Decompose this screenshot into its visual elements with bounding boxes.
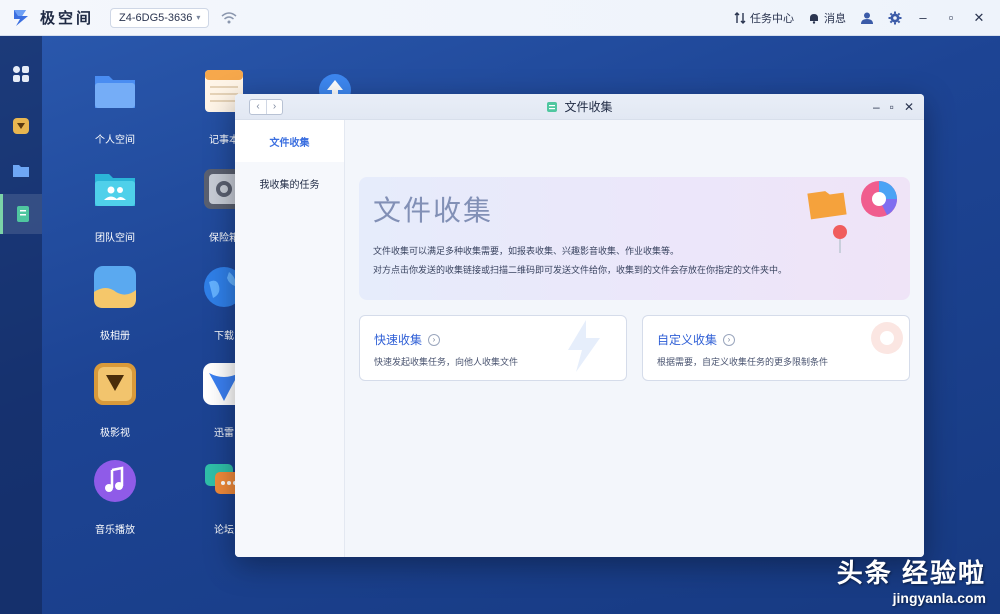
desktop-icon-label: 个人空间 xyxy=(95,135,135,146)
gear-icon[interactable] xyxy=(888,11,902,25)
window-title: 文件收集 xyxy=(235,98,924,115)
forward-button[interactable]: › xyxy=(266,99,282,114)
sidenav-item-my-tasks[interactable]: 我收集的任务 xyxy=(235,162,344,204)
dock-apps[interactable] xyxy=(0,54,42,94)
dock-files[interactable] xyxy=(0,150,42,190)
hero-banner: 文件收集 文件收集可以满足多种收集需要，如报表收集、兴趣影音收集、作业收集等。 … xyxy=(359,177,910,300)
desktop-icon-team-space[interactable]: 团队空间 xyxy=(70,166,160,244)
sidenav-item-file-collect[interactable]: 文件收集 xyxy=(235,120,344,162)
user-icon[interactable] xyxy=(860,11,874,25)
desktop-icon-personal-space[interactable]: 个人空间 xyxy=(70,68,160,146)
desktop-icon-label: 音乐播放 xyxy=(95,525,135,536)
quick-collect-title: 快速收集 › xyxy=(374,331,441,348)
desktop-icon-music[interactable]: 音乐播放 xyxy=(70,458,160,536)
nav-buttons: ‹ › xyxy=(249,98,283,115)
grid-icon xyxy=(13,66,29,82)
watermark-line-1: 头条 经验啦 xyxy=(836,558,986,588)
watermark: 头条 经验啦 jingyanla.com xyxy=(837,553,986,606)
task-center-label: 任务中心 xyxy=(750,12,794,25)
window-maximize-button[interactable]: ▫ xyxy=(890,100,894,114)
app-logo-icon xyxy=(14,9,28,26)
custom-collect-title: 自定义收集 › xyxy=(657,331,736,348)
custom-collect-title-text: 自定义收集 xyxy=(657,333,718,347)
lightning-icon xyxy=(568,320,600,372)
chevron-right-icon: › xyxy=(723,333,736,346)
close-button[interactable]: ✕ xyxy=(972,10,986,26)
music-icon xyxy=(94,460,136,502)
app-name: 极空间 xyxy=(40,10,95,27)
window-close-button[interactable]: ✕ xyxy=(904,100,914,114)
device-name: Z4-6DG5-3636 xyxy=(119,11,193,24)
hero-illustration-icon xyxy=(807,181,897,253)
quick-collect-card[interactable]: 快速收集 › 快速发起收集任务，向他人收集文件 xyxy=(359,315,627,381)
dock-file-collect[interactable] xyxy=(0,194,42,234)
messages-button[interactable]: 消息 xyxy=(808,10,846,26)
video-icon xyxy=(94,363,136,405)
file-collect-icon xyxy=(547,101,558,112)
side-dock xyxy=(0,36,42,614)
desktop-icon-label: 团队空间 xyxy=(95,233,135,244)
desktop-icon-album[interactable]: 极相册 xyxy=(70,264,160,342)
sort-arrows-icon xyxy=(734,11,746,24)
minimize-button[interactable]: – xyxy=(916,10,930,25)
gear-decoration-icon xyxy=(871,322,903,354)
window-sidenav: 文件收集 我收集的任务 xyxy=(235,120,345,557)
quick-collect-desc: 快速发起收集任务，向他人收集文件 xyxy=(374,357,519,367)
desktop-icon-label: 极影视 xyxy=(100,428,130,439)
window-titlebar[interactable]: ‹ › 文件收集 – ▫ ✕ xyxy=(235,94,924,120)
top-bar: 极空间 Z4-6DG5-3636 ▾ 任务中心 消息 – ▫ ✕ xyxy=(0,0,1000,36)
quick-collect-title-text: 快速收集 xyxy=(374,333,423,347)
window-title-text: 文件收集 xyxy=(564,100,613,114)
task-center-button[interactable]: 任务中心 xyxy=(734,10,794,26)
wifi-icon xyxy=(221,11,237,23)
bell-icon xyxy=(810,13,818,24)
desktop-icon-label: 极相册 xyxy=(100,331,130,342)
file-collect-window: ‹ › 文件收集 – ▫ ✕ 文件收集 我收集的任务 文件收集 文件收集可以满足… xyxy=(235,94,924,557)
chevron-right-icon: › xyxy=(428,333,441,346)
hero-description-1: 文件收集可以满足多种收集需要，如报表收集、兴趣影音收集、作业收集等。 xyxy=(373,246,680,256)
window-minimize-button[interactable]: – xyxy=(873,100,880,114)
window-content: 文件收集 文件收集可以满足多种收集需要，如报表收集、兴趣影音收集、作业收集等。 … xyxy=(345,120,924,557)
hero-description-2: 对方点击你发送的收集链接或扫描二维码即可发送文件给你，收集到的文件会存放在你指定… xyxy=(373,265,788,275)
watermark-line-2: jingyanla.com xyxy=(892,590,986,606)
file-collect-icon xyxy=(16,206,29,222)
chevron-down-icon: ▾ xyxy=(196,13,201,22)
folder-icon xyxy=(95,76,135,108)
video-app-icon xyxy=(13,118,29,134)
album-icon xyxy=(94,266,136,308)
device-selector[interactable]: Z4-6DG5-3636 ▾ xyxy=(110,7,210,28)
desktop-icon-video[interactable]: 极影视 xyxy=(70,361,160,439)
folder-icon xyxy=(13,165,29,177)
maximize-button[interactable]: ▫ xyxy=(944,10,958,25)
custom-collect-desc: 根据需要，自定义收集任务的更多限制条件 xyxy=(657,357,829,367)
custom-collect-card[interactable]: 自定义收集 › 根据需要，自定义收集任务的更多限制条件 xyxy=(642,315,910,381)
hero-title: 文件收集 xyxy=(373,195,494,226)
messages-label: 消息 xyxy=(824,12,846,25)
back-button[interactable]: ‹ xyxy=(250,100,266,114)
team-folder-icon xyxy=(95,174,135,206)
dock-video[interactable] xyxy=(0,106,42,146)
